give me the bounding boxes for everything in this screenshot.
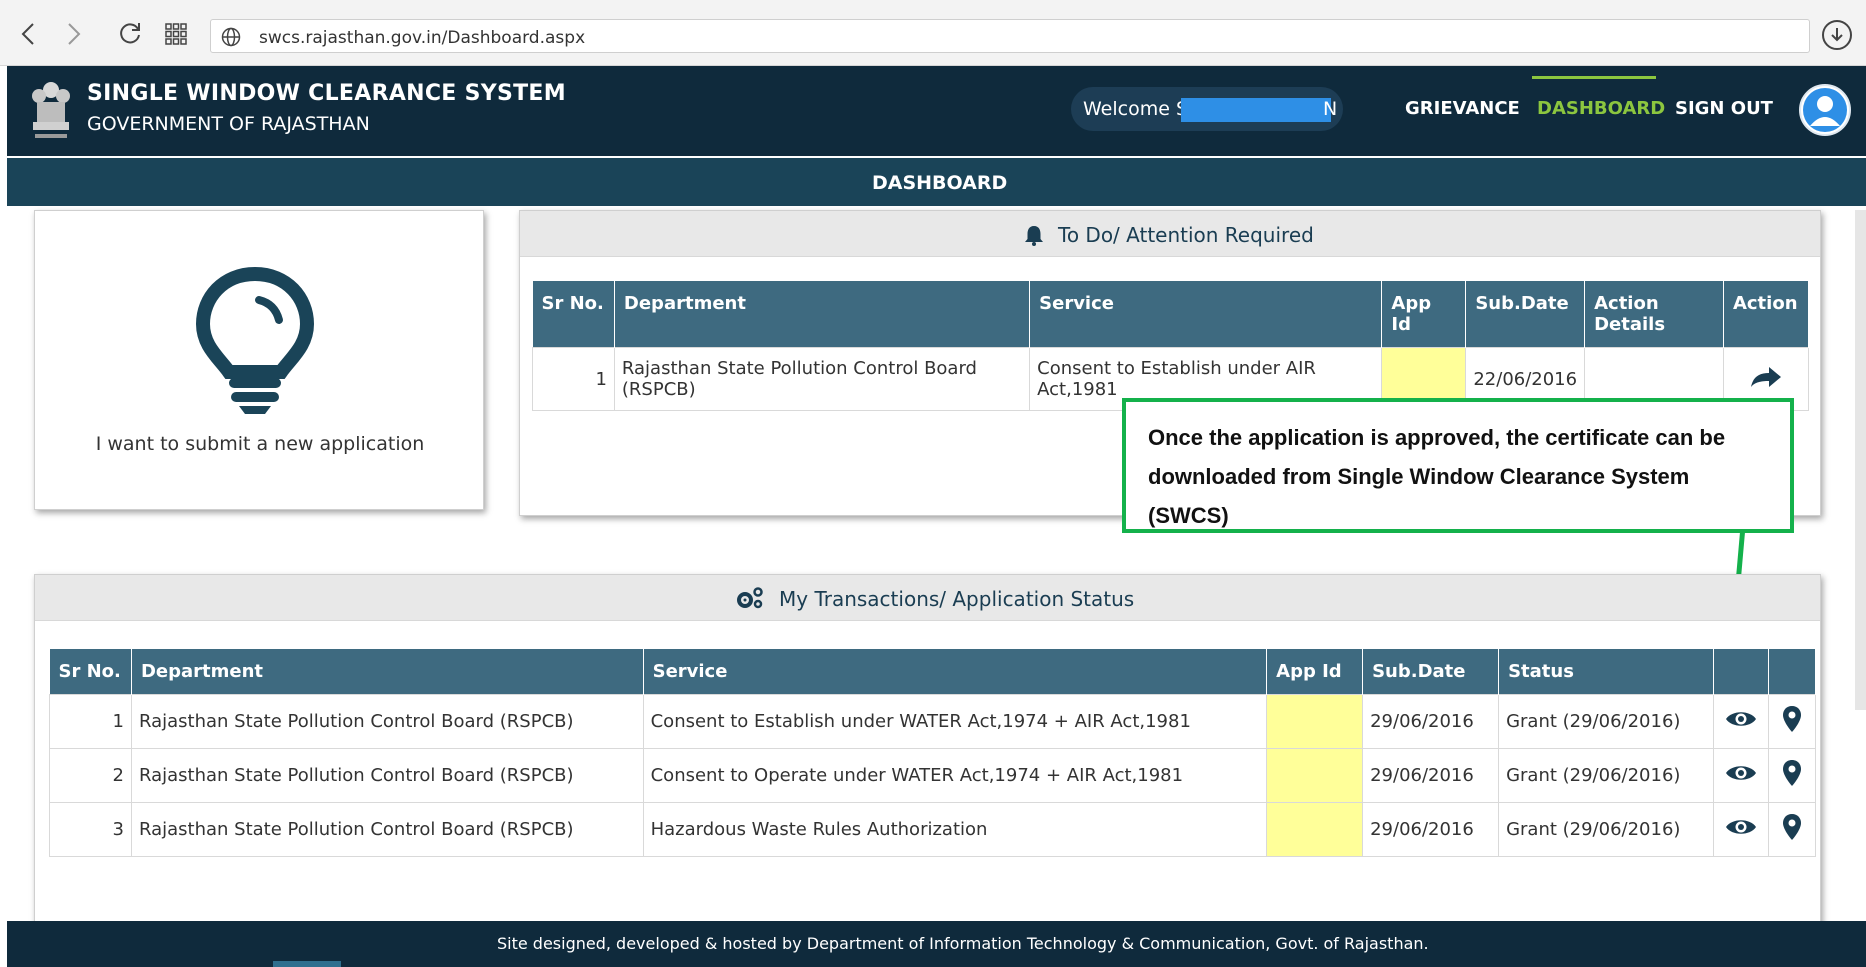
cell-view <box>1712 694 1769 749</box>
welcome-badge: Welcome S N <box>1071 87 1343 131</box>
cell-department: Rajasthan State Pollution Control Board … <box>613 347 1031 411</box>
state-emblem-icon <box>27 76 75 150</box>
cell-view <box>1712 802 1769 857</box>
cell-app-id <box>1266 802 1364 857</box>
table-row: 2 Rajasthan State Pollution Control Boar… <box>49 748 1817 803</box>
cell-status: Grant (29/06/2016) <box>1498 748 1714 803</box>
address-url: swcs.rajasthan.gov.in/Dashboard.aspx <box>259 28 586 48</box>
dashboard-title-bar: DASHBOARD <box>7 158 1866 206</box>
cell-sr: 3 <box>49 802 132 857</box>
col-header: Action <box>1723 281 1810 348</box>
apps-grid-icon[interactable] <box>162 20 190 48</box>
cell-track <box>1767 748 1817 803</box>
map-marker-icon[interactable] <box>1782 813 1802 841</box>
col-header <box>1768 649 1817 695</box>
lightbulb-icon <box>195 266 315 420</box>
eye-icon[interactable] <box>1724 708 1758 730</box>
footer-tab <box>273 961 341 967</box>
page-root: swcs.rajasthan.gov.in/Dashboard.aspx SIN… <box>0 0 1866 967</box>
address-bar[interactable]: swcs.rajasthan.gov.in/Dashboard.aspx <box>210 19 1810 53</box>
site-footer: Site designed, developed & hosted by Dep… <box>7 921 1866 967</box>
nav-grievance[interactable]: GRIEVANCE <box>1405 98 1520 119</box>
cell-view <box>1712 748 1769 803</box>
col-header: Sub.Date <box>1362 649 1500 695</box>
cell-sub-date: 29/06/2016 <box>1362 748 1500 803</box>
map-marker-icon[interactable] <box>1782 759 1802 787</box>
new-application-card[interactable]: I want to submit a new application <box>34 210 484 510</box>
cell-sub-date: 29/06/2016 <box>1362 694 1500 749</box>
download-icon[interactable] <box>1822 20 1852 50</box>
approval-callout: Once the application is approved, the ce… <box>1122 398 1794 533</box>
todo-panel-title: To Do/ Attention Required <box>1058 223 1314 247</box>
cell-department: Rajasthan State Pollution Control Board … <box>130 694 644 749</box>
browser-toolbar: swcs.rajasthan.gov.in/Dashboard.aspx <box>0 0 1866 66</box>
cell-status: Grant (29/06/2016) <box>1498 802 1714 857</box>
cell-track <box>1767 694 1817 749</box>
site-title: SINGLE WINDOW CLEARANCE SYSTEM <box>87 81 566 106</box>
col-header: Department <box>131 649 644 695</box>
cell-department: Rajasthan State Pollution Control Board … <box>130 802 644 857</box>
footer-text: Site designed, developed & hosted by Dep… <box>497 934 1429 953</box>
eye-icon[interactable] <box>1724 762 1758 784</box>
gears-icon <box>737 587 763 609</box>
todo-table: Sr No. Department Service App Id Sub.Dat… <box>532 281 1810 411</box>
table-row: 1 Rajasthan State Pollution Control Boar… <box>49 694 1817 749</box>
cell-app-id <box>1266 694 1364 749</box>
cell-app-id <box>1266 748 1364 803</box>
welcome-suffix: N <box>1323 98 1338 120</box>
nav-dashboard[interactable]: DASHBOARD <box>1537 98 1665 119</box>
transactions-panel: My Transactions/ Application Status Sr N… <box>34 574 1821 934</box>
bell-icon <box>1025 226 1043 246</box>
col-header: Action Details <box>1584 281 1724 348</box>
cell-sr: 1 <box>532 347 615 411</box>
active-nav-indicator <box>1532 76 1656 79</box>
cell-service: Consent to Operate under WATER Act,1974 … <box>642 748 1268 803</box>
cell-sr: 1 <box>49 694 132 749</box>
globe-icon <box>221 27 241 47</box>
cell-department: Rajasthan State Pollution Control Board … <box>130 748 644 803</box>
site-header: SINGLE WINDOW CLEARANCE SYSTEM GOVERNMEN… <box>7 66 1866 156</box>
col-header: Service <box>643 649 1268 695</box>
site-subtitle: GOVERNMENT OF RAJASTHAN <box>87 113 370 135</box>
cell-sub-date: 29/06/2016 <box>1362 802 1500 857</box>
transactions-panel-header: My Transactions/ Application Status <box>35 575 1820 621</box>
col-header: Sr No. <box>49 649 132 695</box>
cell-service: Consent to Establish under WATER Act,197… <box>642 694 1268 749</box>
refresh-icon[interactable] <box>116 20 144 48</box>
todo-panel-header: To Do/ Attention Required <box>520 211 1820 257</box>
new-application-label: I want to submit a new application <box>95 433 425 455</box>
col-header: Department <box>614 281 1031 348</box>
back-icon[interactable] <box>14 20 42 48</box>
col-header: Service <box>1029 281 1383 348</box>
col-header: Sr No. <box>532 281 615 348</box>
nav-sign-out[interactable]: SIGN OUT <box>1675 98 1773 119</box>
redacted-username <box>1181 98 1331 122</box>
transactions-table-header: Sr No. Department Service App Id Sub.Dat… <box>49 649 1817 695</box>
dashboard-title: DASHBOARD <box>872 172 1008 194</box>
map-marker-icon[interactable] <box>1782 705 1802 733</box>
share-arrow-icon[interactable] <box>1749 365 1783 389</box>
col-header: Sub.Date <box>1465 281 1586 348</box>
user-avatar-icon[interactable] <box>1799 84 1851 136</box>
page-scrollbar[interactable] <box>1855 210 1866 710</box>
transactions-table: Sr No. Department Service App Id Sub.Dat… <box>49 649 1817 857</box>
callout-text: Once the application is approved, the ce… <box>1148 425 1726 528</box>
transactions-panel-title: My Transactions/ Application Status <box>779 587 1135 611</box>
forward-icon[interactable] <box>60 20 88 48</box>
eye-icon[interactable] <box>1724 816 1758 838</box>
col-header: App Id <box>1266 649 1364 695</box>
cell-sr: 2 <box>49 748 132 803</box>
table-row: 3 Rajasthan State Pollution Control Boar… <box>49 802 1817 857</box>
cell-service: Hazardous Waste Rules Authorization <box>642 802 1268 857</box>
cell-status: Grant (29/06/2016) <box>1498 694 1714 749</box>
welcome-text: Welcome S <box>1083 98 1189 120</box>
col-header: App Id <box>1381 281 1467 348</box>
col-header: Status <box>1498 649 1714 695</box>
todo-table-header: Sr No. Department Service App Id Sub.Dat… <box>532 281 1810 348</box>
cell-track <box>1767 802 1817 857</box>
col-header <box>1713 649 1769 695</box>
